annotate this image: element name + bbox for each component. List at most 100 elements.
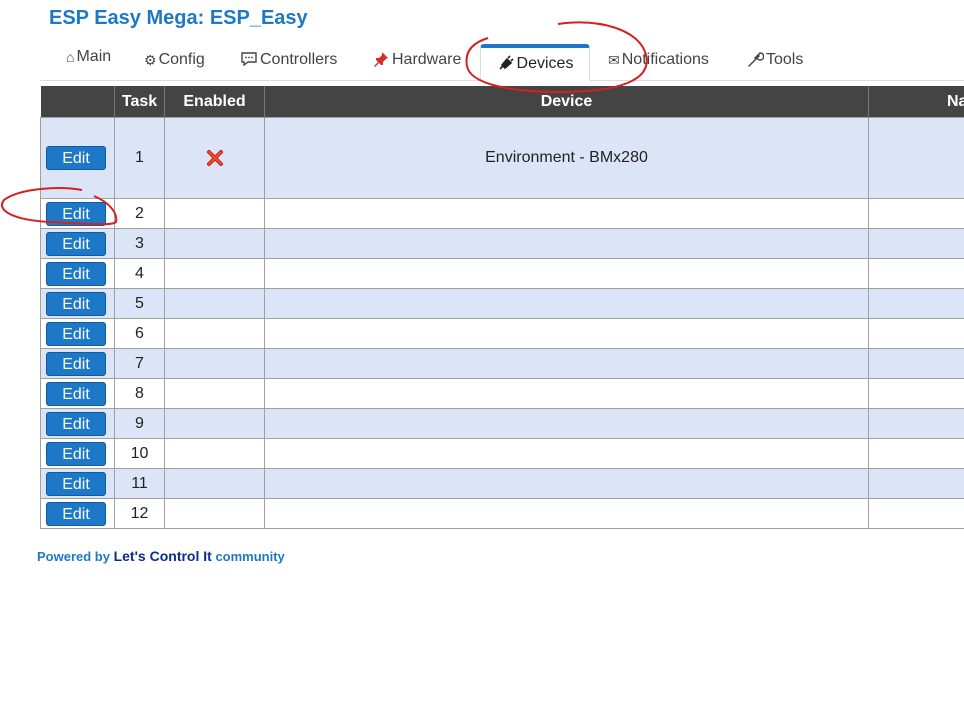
name-cell bbox=[868, 258, 964, 289]
header-edit bbox=[40, 86, 115, 118]
task-number: 11 bbox=[114, 468, 165, 499]
name-cell bbox=[868, 348, 964, 379]
name-cell bbox=[868, 228, 964, 259]
header-name: Na bbox=[868, 86, 964, 118]
enabled-cell bbox=[164, 198, 265, 229]
enabled-cell bbox=[164, 438, 265, 469]
device-cell bbox=[264, 408, 869, 439]
footer-link[interactable]: Let's Control It bbox=[114, 548, 212, 564]
name-cell bbox=[868, 117, 964, 199]
device-cell bbox=[264, 228, 869, 259]
task-number: 10 bbox=[114, 438, 165, 469]
table-row: Edit 5 bbox=[40, 288, 964, 319]
envelope-icon: ✉ bbox=[608, 52, 620, 68]
tab-config[interactable]: ⚙ Config bbox=[144, 40, 205, 80]
header-device: Device bbox=[264, 86, 869, 118]
edit-button[interactable]: Edit bbox=[46, 146, 106, 170]
footer: Powered by Let's Control It community bbox=[37, 548, 285, 564]
tab-label: Main bbox=[76, 48, 112, 65]
device-cell bbox=[264, 348, 869, 379]
table-row: Edit 4 bbox=[40, 258, 964, 289]
speech-bubble-icon bbox=[240, 51, 258, 69]
name-cell bbox=[868, 288, 964, 319]
enabled-cell bbox=[164, 288, 265, 319]
device-cell bbox=[264, 438, 869, 469]
table-row: Edit 2 bbox=[40, 198, 964, 229]
task-number: 3 bbox=[114, 228, 165, 259]
name-cell bbox=[868, 438, 964, 469]
tab-hardware[interactable]: Hardware bbox=[372, 40, 461, 80]
menu-bar: ⌂ Main ⚙ Config Controllers Hardware Dev… bbox=[40, 40, 964, 81]
enabled-cell bbox=[164, 408, 265, 439]
pushpin-icon bbox=[372, 50, 390, 70]
enabled-cell bbox=[164, 228, 265, 259]
tab-label: Notifications bbox=[621, 51, 709, 68]
page: ESP Easy Mega: ESP_Easy ⌂ Main ⚙ Config … bbox=[0, 0, 964, 705]
tab-label: Controllers bbox=[260, 51, 338, 68]
edit-button[interactable]: Edit bbox=[46, 261, 106, 286]
device-cell bbox=[264, 258, 869, 289]
device-cell: Environment - BMx280 bbox=[264, 117, 869, 199]
wrench-icon bbox=[746, 50, 765, 70]
task-number: 8 bbox=[114, 378, 165, 409]
edit-button[interactable]: Edit bbox=[46, 501, 106, 526]
edit-button[interactable]: Edit bbox=[46, 471, 106, 496]
tab-label: Devices bbox=[516, 55, 574, 72]
table-row: Edit 1 Environment - BMx280 bbox=[40, 117, 964, 199]
house-icon: ⌂ bbox=[66, 49, 75, 65]
device-cell bbox=[264, 468, 869, 499]
enabled-cell bbox=[164, 348, 265, 379]
name-cell bbox=[868, 498, 964, 529]
enabled-cell bbox=[164, 468, 265, 499]
edit-button[interactable]: Edit bbox=[46, 411, 106, 436]
tab-devices[interactable]: Devices bbox=[480, 44, 590, 81]
table-row: Edit 11 bbox=[40, 468, 964, 499]
name-cell bbox=[868, 318, 964, 349]
tab-label: Hardware bbox=[392, 51, 462, 68]
device-cell bbox=[264, 318, 869, 349]
device-cell bbox=[264, 378, 869, 409]
footer-prefix: Powered by bbox=[37, 549, 110, 564]
tab-main[interactable]: ⌂ Main bbox=[66, 37, 111, 77]
table-header-row: Task Enabled Device Na bbox=[40, 86, 964, 118]
edit-button[interactable]: Edit bbox=[46, 351, 106, 376]
edit-button[interactable]: Edit bbox=[46, 291, 106, 316]
task-number: 12 bbox=[114, 498, 165, 529]
edit-button[interactable]: Edit bbox=[46, 231, 106, 256]
page-title: ESP Easy Mega: ESP_Easy bbox=[49, 7, 308, 29]
gear-icon: ⚙ bbox=[144, 52, 157, 68]
table-row: Edit 8 bbox=[40, 378, 964, 409]
task-number: 4 bbox=[114, 258, 165, 289]
tab-notifications[interactable]: ✉ Notifications bbox=[608, 40, 709, 80]
table-row: Edit 12 bbox=[40, 498, 964, 529]
enabled-cell bbox=[164, 318, 265, 349]
footer-suffix: community bbox=[215, 549, 285, 564]
edit-button[interactable]: Edit bbox=[46, 381, 106, 406]
device-table: Task Enabled Device Na Edit 1 Environmen… bbox=[40, 86, 964, 529]
plug-icon bbox=[497, 54, 515, 74]
table-row: Edit 7 bbox=[40, 348, 964, 379]
tab-controllers[interactable]: Controllers bbox=[240, 40, 337, 80]
task-number: 7 bbox=[114, 348, 165, 379]
task-number: 5 bbox=[114, 288, 165, 319]
tab-label: Tools bbox=[766, 51, 804, 68]
table-row: Edit 6 bbox=[40, 318, 964, 349]
device-cell bbox=[264, 198, 869, 229]
name-cell bbox=[868, 408, 964, 439]
header-task: Task bbox=[114, 86, 165, 118]
tab-label: Config bbox=[158, 51, 205, 68]
tab-tools[interactable]: Tools bbox=[746, 40, 803, 80]
enabled-cell bbox=[164, 117, 265, 199]
edit-button[interactable]: Edit bbox=[46, 321, 106, 346]
enabled-cell bbox=[164, 378, 265, 409]
task-number: 1 bbox=[114, 117, 165, 199]
enabled-cell bbox=[164, 498, 265, 529]
edit-button[interactable]: Edit bbox=[46, 441, 106, 466]
task-number: 9 bbox=[114, 408, 165, 439]
table-row: Edit 9 bbox=[40, 408, 964, 439]
name-cell bbox=[868, 198, 964, 229]
enabled-cell bbox=[164, 258, 265, 289]
edit-button[interactable]: Edit bbox=[46, 201, 106, 226]
header-enabled: Enabled bbox=[164, 86, 265, 118]
name-cell bbox=[868, 468, 964, 499]
